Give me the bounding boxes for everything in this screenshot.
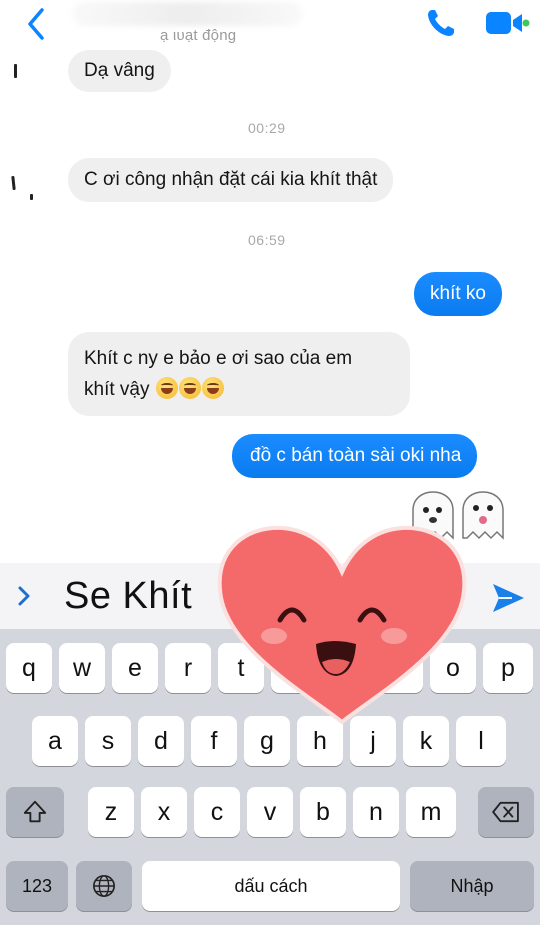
- key-w[interactable]: w: [59, 643, 105, 693]
- key-b[interactable]: b: [300, 787, 346, 837]
- incoming-message[interactable]: C ơi công nhận đặt cái kia khít thật: [68, 158, 394, 202]
- video-call-button[interactable]: [484, 8, 530, 38]
- avatar[interactable]: [11, 175, 16, 191]
- shift-arrow-icon: [23, 800, 47, 823]
- phone-icon: [428, 10, 454, 36]
- message-timestamp: 06:59: [248, 232, 286, 248]
- key-s[interactable]: s: [85, 716, 131, 766]
- grinning-face-emoji: [155, 377, 178, 399]
- expand-actions-button[interactable]: [14, 583, 34, 609]
- grinning-face-emoji: [178, 377, 201, 399]
- message-text-line: khít vậy: [84, 379, 150, 400]
- avatar-fragment: [30, 194, 33, 200]
- key-c[interactable]: c: [194, 787, 240, 837]
- key-e[interactable]: e: [112, 643, 158, 693]
- globe-key[interactable]: [76, 861, 132, 911]
- incoming-message[interactable]: Dạ vâng: [68, 50, 171, 92]
- chat-header: ạ ιυạt động: [0, 0, 540, 50]
- message-thread: Dạ vâng 00:29 C ơi công nhận đặt cái kia…: [0, 50, 540, 560]
- key-x[interactable]: x: [141, 787, 187, 837]
- outgoing-message[interactable]: đồ c bán toàn sài oki nha: [232, 434, 478, 478]
- message-text: Dạ vâng: [84, 60, 155, 81]
- space-key[interactable]: dấu cách: [142, 861, 400, 911]
- key-q[interactable]: q: [6, 643, 52, 693]
- outgoing-message[interactable]: khít ko: [414, 272, 502, 316]
- delete-key[interactable]: [478, 787, 534, 837]
- back-button[interactable]: [22, 6, 52, 42]
- message-text: đồ c bán toàn sài oki nha: [250, 445, 462, 466]
- key-n[interactable]: n: [353, 787, 399, 837]
- incoming-message[interactable]: Khít c ny e bảo e ơi sao của em khít vậy: [68, 332, 410, 416]
- voice-call-button[interactable]: [424, 6, 458, 40]
- backspace-icon: [492, 801, 519, 823]
- chevron-right-icon: [18, 586, 30, 606]
- message-text: C ơi công nhận đặt cái kia khít thật: [84, 169, 378, 190]
- video-camera-icon: [486, 12, 530, 34]
- chevron-left-icon: [28, 8, 44, 40]
- key-d[interactable]: d: [138, 716, 184, 766]
- key-z[interactable]: z: [88, 787, 134, 837]
- key-r[interactable]: r: [165, 643, 211, 693]
- numbers-key[interactable]: 123: [6, 861, 68, 911]
- contact-name-redacted[interactable]: [72, 2, 302, 26]
- key-v[interactable]: v: [247, 787, 293, 837]
- avatar[interactable]: [14, 64, 17, 78]
- grinning-face-emoji: [201, 377, 224, 399]
- message-text: khít ko: [430, 283, 486, 304]
- message-input[interactable]: Se Khít: [64, 575, 192, 618]
- message-text-line: Khít c ny e bảo e ơi sao của em: [84, 348, 353, 369]
- globe-icon: [93, 875, 115, 897]
- key-p[interactable]: p: [483, 643, 533, 693]
- heart-face-sticker-icon: [217, 525, 467, 725]
- send-arrow-icon: [493, 584, 524, 612]
- shift-key[interactable]: [6, 787, 64, 837]
- send-button[interactable]: [490, 581, 526, 615]
- active-status: ạ ιυạt động: [160, 27, 237, 44]
- message-timestamp: 00:29: [248, 120, 286, 136]
- key-a[interactable]: a: [32, 716, 78, 766]
- return-key[interactable]: Nhập: [410, 861, 534, 911]
- key-m[interactable]: m: [406, 787, 456, 837]
